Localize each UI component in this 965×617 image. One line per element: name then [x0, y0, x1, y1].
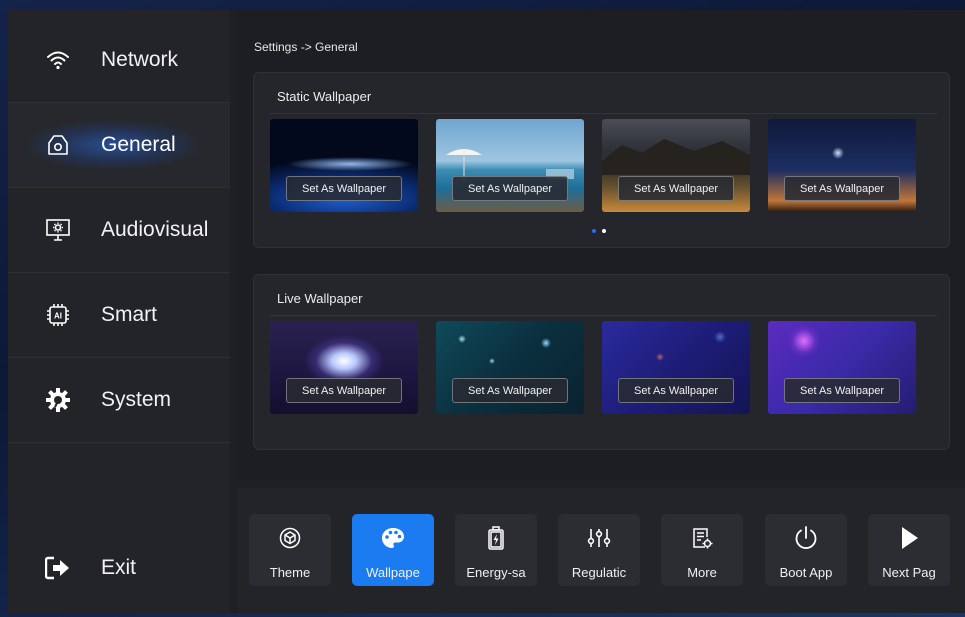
exit-icon	[44, 554, 72, 582]
static-wallpaper-thumb-2[interactable]: Set As Wallpaper	[436, 119, 584, 212]
set-as-wallpaper-button[interactable]: Set As Wallpaper	[286, 378, 402, 403]
panel-title: Live Wallpaper	[277, 291, 363, 306]
tab-label: Theme	[269, 565, 311, 580]
next-page-button[interactable]: Next Pag	[868, 514, 950, 586]
set-as-wallpaper-button[interactable]: Set As Wallpaper	[286, 176, 402, 201]
live-wallpaper-thumb-3[interactable]: Set As Wallpaper	[602, 321, 750, 414]
live-wallpaper-panel: Live Wallpaper Set As Wallpaper Set As W…	[253, 274, 950, 450]
tab-label: Energy-sa	[466, 565, 526, 580]
tab-boot-app[interactable]: Boot App	[765, 514, 847, 586]
sidebar-item-general[interactable]: General	[8, 103, 230, 188]
settings-window: Network General Audiovisual AI Smart Sys…	[8, 10, 965, 613]
tab-label: Next Pag	[882, 565, 936, 580]
tab-label: Regulatic	[571, 565, 627, 580]
static-wallpaper-thumb-1[interactable]: Set As Wallpaper	[270, 119, 418, 212]
tab-more[interactable]: More	[661, 514, 743, 586]
battery-icon	[455, 526, 537, 550]
live-wallpaper-thumb-1[interactable]: Set As Wallpaper	[270, 321, 418, 414]
play-next-icon	[868, 526, 950, 550]
wifi-icon	[44, 46, 72, 74]
live-wallpaper-thumb-2[interactable]: Set As Wallpaper	[436, 321, 584, 414]
page-dot-active[interactable]	[592, 229, 596, 233]
set-as-wallpaper-button[interactable]: Set As Wallpaper	[452, 378, 568, 403]
set-as-wallpaper-button[interactable]: Set As Wallpaper	[784, 176, 900, 201]
set-as-wallpaper-button[interactable]: Set As Wallpaper	[618, 378, 734, 403]
static-wallpaper-thumb-4[interactable]: Set As Wallpaper	[768, 119, 916, 212]
sidebar-item-system[interactable]: System	[8, 358, 230, 443]
live-wallpaper-thumb-4[interactable]: Set As Wallpaper	[768, 321, 916, 414]
divider	[270, 315, 937, 316]
sidebar-item-label: Smart	[101, 303, 158, 326]
set-as-wallpaper-button[interactable]: Set As Wallpaper	[452, 176, 568, 201]
tab-regulation[interactable]: Regulatic	[558, 514, 640, 586]
sidebar-item-label: System	[101, 388, 172, 411]
tab-theme[interactable]: Theme	[249, 514, 331, 586]
svg-text:AI: AI	[54, 312, 62, 321]
static-wallpaper-thumb-3[interactable]: Set As Wallpaper	[602, 119, 750, 212]
exit-button[interactable]: Exit	[8, 525, 230, 610]
page-dot[interactable]	[602, 229, 606, 233]
set-as-wallpaper-button[interactable]: Set As Wallpaper	[618, 176, 734, 201]
bottom-toolbar: Theme Wallpape Energy-sa Regulatic More	[238, 488, 965, 613]
sidebar: Network General Audiovisual AI Smart Sys…	[8, 10, 230, 613]
palette-icon	[352, 526, 434, 550]
more-settings-icon	[661, 526, 743, 550]
sidebar-item-label: General	[101, 133, 176, 156]
set-as-wallpaper-button[interactable]: Set As Wallpaper	[784, 378, 900, 403]
ai-chip-icon: AI	[44, 301, 72, 329]
sidebar-item-smart[interactable]: AI Smart	[8, 273, 230, 358]
sidebar-item-network[interactable]: Network	[8, 18, 230, 103]
gear-icon	[44, 386, 72, 414]
main-content: Settings -> General Static Wallpaper Set…	[238, 10, 965, 480]
tab-label: More	[687, 565, 717, 580]
tab-label: Wallpape	[366, 565, 420, 580]
divider	[270, 113, 937, 114]
tab-wallpaper[interactable]: Wallpape	[352, 514, 434, 586]
theme-cube-icon	[249, 526, 331, 550]
general-icon	[44, 131, 72, 159]
sidebar-item-label: Audiovisual	[101, 218, 209, 241]
monitor-icon	[44, 216, 72, 244]
power-icon	[765, 526, 847, 550]
sidebar-item-audiovisual[interactable]: Audiovisual	[8, 188, 230, 273]
sliders-icon	[558, 526, 640, 550]
exit-label: Exit	[101, 555, 137, 579]
breadcrumb: Settings -> General	[254, 40, 358, 54]
static-wallpaper-panel: Static Wallpaper Set As Wallpaper Set As…	[253, 72, 950, 248]
page-indicator[interactable]	[592, 229, 606, 233]
sidebar-item-label: Network	[101, 48, 179, 71]
tab-label: Boot App	[779, 565, 833, 580]
tab-energy-saving[interactable]: Energy-sa	[455, 514, 537, 586]
panel-title: Static Wallpaper	[277, 89, 372, 104]
